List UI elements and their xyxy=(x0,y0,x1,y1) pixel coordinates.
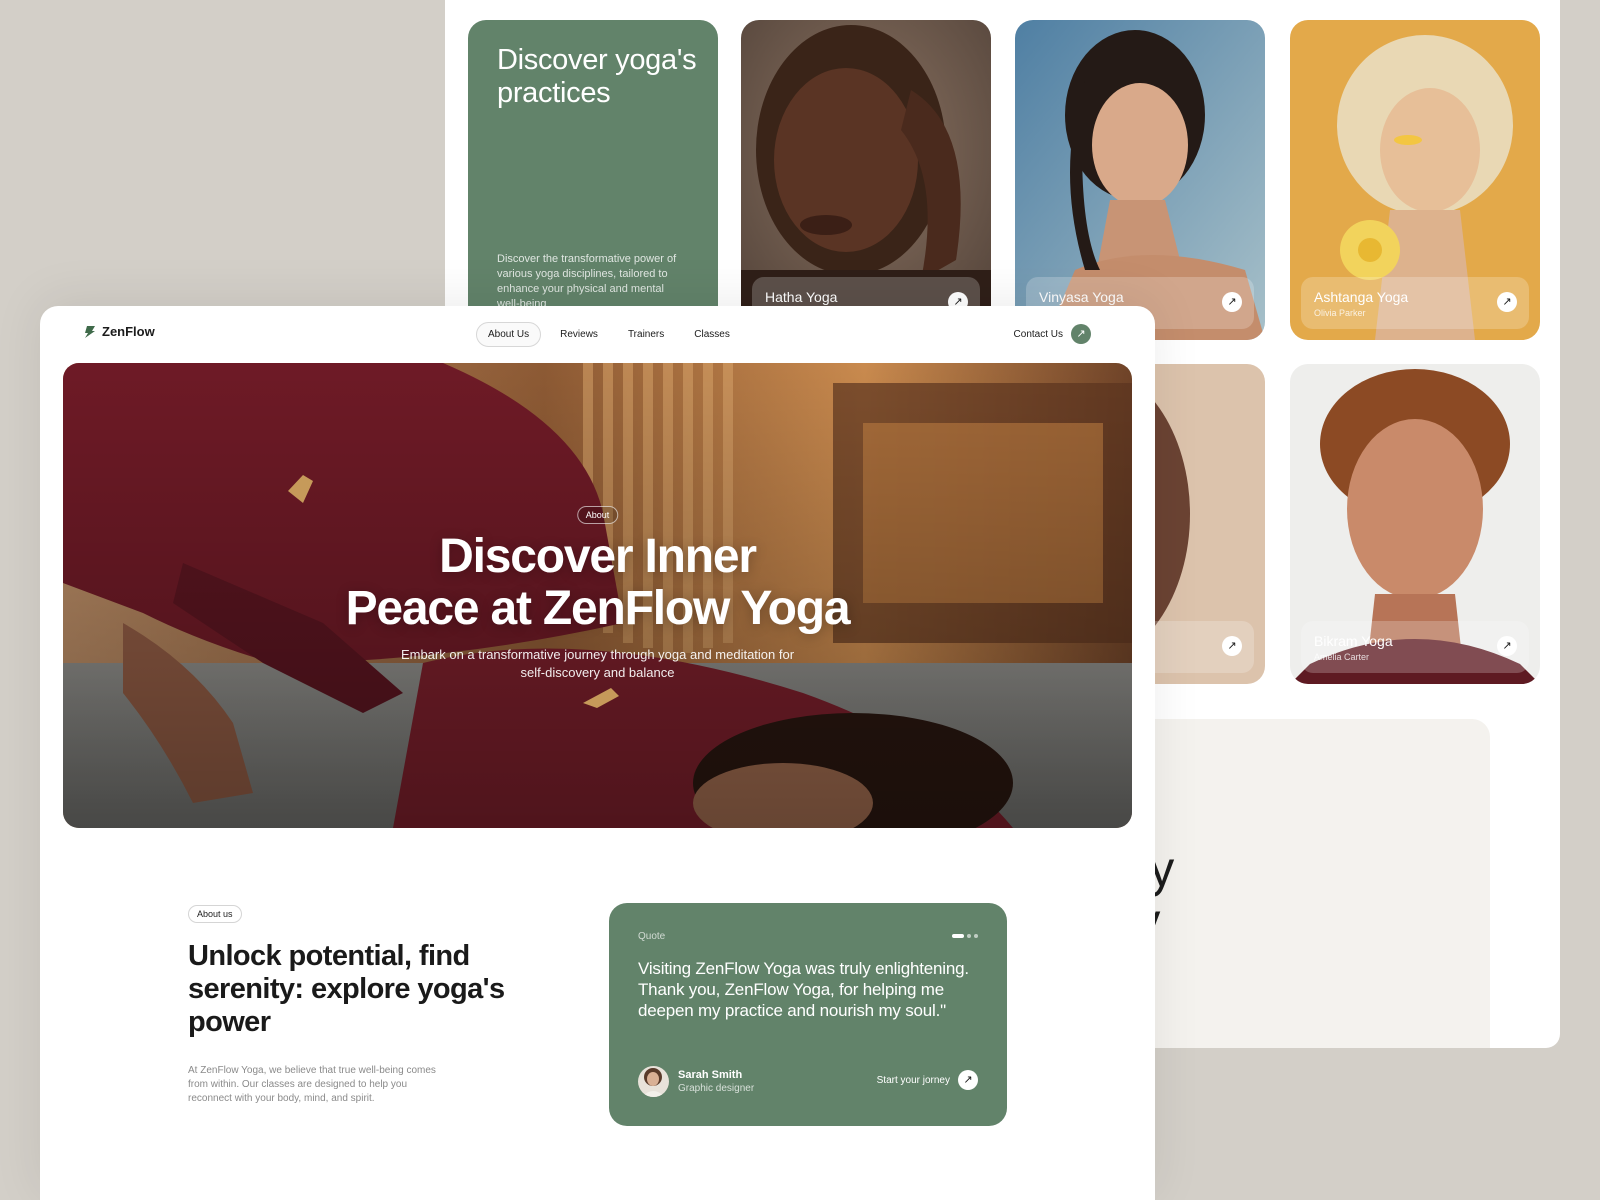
contact-us-label: Contact Us xyxy=(1013,328,1063,340)
practice-label-bar: Bikram Yoga Amelia Carter ↗ xyxy=(1301,621,1529,673)
hero-title-line1: Discover Inner xyxy=(439,530,757,583)
practice-card-bikram[interactable]: Bikram Yoga Amelia Carter ↗ xyxy=(1290,364,1540,684)
carousel-dot[interactable] xyxy=(967,934,971,938)
practice-name: Vinyasa Yoga xyxy=(1039,289,1124,305)
testimonial-card: Quote Visiting ZenFlow Yoga was truly en… xyxy=(609,903,1007,1126)
arrow-up-right-icon[interactable]: ↗ xyxy=(1071,324,1091,344)
arrow-up-right-icon[interactable]: ↗ xyxy=(1497,636,1517,656)
carousel-dot-active[interactable] xyxy=(952,934,964,938)
about-us-badge: About us xyxy=(188,905,242,923)
practice-label-bar: Ashtanga Yoga Olivia Parker ↗ xyxy=(1301,277,1529,329)
arrow-up-right-icon[interactable]: ↗ xyxy=(958,1070,978,1090)
zenflow-logo-icon xyxy=(85,325,95,338)
quote-author: Sarah Smith Graphic designer xyxy=(638,1066,754,1097)
practice-name: Hatha Yoga xyxy=(765,289,838,305)
homepage-window: ZenFlow About Us Reviews Trainers Classe… xyxy=(40,306,1155,1200)
carousel-pagination xyxy=(952,934,978,938)
author-name: Sarah Smith xyxy=(678,1069,743,1081)
hero-badge: About xyxy=(576,506,619,524)
practice-trainer: Olivia Parker xyxy=(1314,308,1366,318)
arrow-up-right-icon[interactable]: ↗ xyxy=(1497,292,1517,312)
nav-classes[interactable]: Classes xyxy=(683,323,741,346)
practice-card-hatha[interactable]: Hatha Yoga ↗ xyxy=(741,20,991,340)
quote-label: Quote xyxy=(638,931,666,942)
quote-text: Visiting ZenFlow Yoga was truly enlighte… xyxy=(638,959,969,1020)
start-journey-label: Start your jorney xyxy=(876,1074,950,1086)
practice-trainer: Amelia Carter xyxy=(1314,652,1370,662)
avatar xyxy=(638,1066,669,1097)
hero-title-line2: Peace at ZenFlow Yoga xyxy=(345,582,851,635)
practice-name: Bikram Yoga xyxy=(1314,633,1393,649)
brand-name: ZenFlow xyxy=(102,324,155,339)
nav-about-us[interactable]: About Us xyxy=(476,322,542,347)
brand-logo[interactable]: ZenFlow xyxy=(84,324,155,339)
about-description: At ZenFlow Yoga, we believe that true we… xyxy=(188,1065,436,1104)
hero-title: Discover Inner Peace at ZenFlow Yoga xyxy=(63,531,1132,635)
practices-title: Discover yoga's practices xyxy=(497,44,697,109)
nav-trainers[interactable]: Trainers xyxy=(617,323,675,346)
start-journey-link[interactable]: Start your jorney ↗ xyxy=(877,1070,978,1090)
nav-reviews[interactable]: Reviews xyxy=(549,323,609,346)
practice-card-vinyasa[interactable]: Vinyasa Yoga ↗ xyxy=(1015,20,1265,340)
main-nav: About Us Reviews Trainers Classes xyxy=(476,322,741,347)
practices-description: Discover the transformative power of var… xyxy=(497,253,677,310)
practices-intro-card: Discover yoga's practices Discover the t… xyxy=(468,20,718,340)
practice-name: Ashtanga Yoga xyxy=(1314,289,1409,305)
carousel-dot[interactable] xyxy=(974,934,978,938)
author-role: Graphic designer xyxy=(678,1083,755,1094)
about-title: Unlock potential, find serenity: explore… xyxy=(188,940,505,1038)
hero-subtitle: Embark on a transformative journey throu… xyxy=(400,647,795,680)
practice-card-ashtanga[interactable]: Ashtanga Yoga Olivia Parker ↗ xyxy=(1290,20,1540,340)
hero-section: About Discover Inner Peace at ZenFlow Yo… xyxy=(63,363,1132,828)
arrow-up-right-icon[interactable]: ↗ xyxy=(1222,636,1242,656)
arrow-up-right-icon[interactable]: ↗ xyxy=(1222,292,1242,312)
contact-us-link[interactable]: Contact Us ↗ xyxy=(1014,324,1091,344)
